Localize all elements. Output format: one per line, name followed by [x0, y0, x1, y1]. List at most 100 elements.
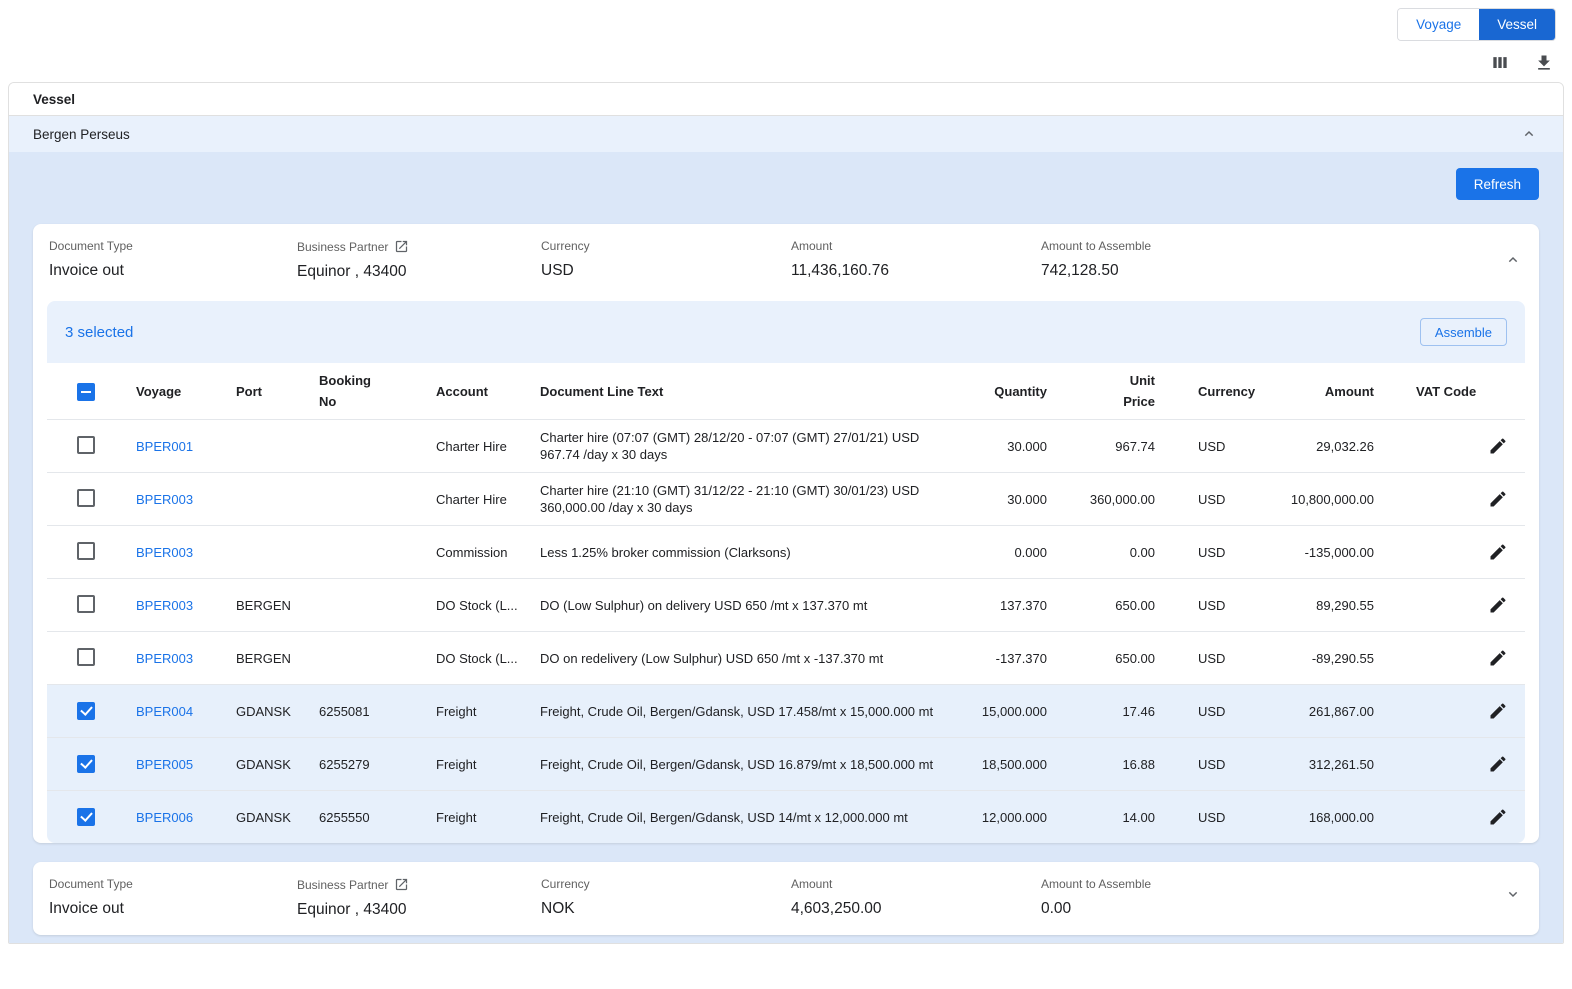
toggle-voyage[interactable]: Voyage	[1398, 9, 1479, 40]
table-row: BPER003 BERGEN DO Stock (L... DO (Low Su…	[47, 578, 1525, 631]
account-cell: Freight	[436, 757, 540, 772]
edit-icon[interactable]	[1488, 701, 1508, 721]
table-header-row: Voyage Port Booking No Account Document …	[47, 363, 1525, 419]
unit-price-cell: 14.00	[1057, 810, 1165, 825]
voyage-link[interactable]: BPER004	[136, 704, 193, 719]
account-cell: Commission	[436, 545, 540, 560]
currency-cell: USD	[1165, 492, 1253, 507]
row-checkbox[interactable]	[77, 808, 95, 826]
voyage-link[interactable]: BPER003	[136, 651, 193, 666]
refresh-button[interactable]: Refresh	[1456, 168, 1539, 200]
port-cell: GDANSK	[236, 757, 319, 772]
quantity-cell: -137.370	[969, 651, 1057, 666]
chevron-up-icon[interactable]	[1521, 126, 1537, 142]
currency-cell: USD	[1165, 810, 1253, 825]
line-items-table: Voyage Port Booking No Account Document …	[47, 363, 1525, 843]
select-all-checkbox[interactable]	[77, 383, 95, 401]
table-row: BPER003 Charter Hire Charter hire (21:10…	[47, 472, 1525, 525]
quantity-cell: 18,500.000	[969, 757, 1057, 772]
assemble-button[interactable]: Assemble	[1420, 318, 1507, 346]
port-cell: GDANSK	[236, 810, 319, 825]
table-row: BPER003 Commission Less 1.25% broker com…	[47, 525, 1525, 578]
line-text-cell: Charter hire (07:07 (GMT) 28/12/20 - 07:…	[540, 429, 969, 463]
booking-no-cell: 6255081	[319, 704, 436, 719]
booking-no-cell: 6255550	[319, 810, 436, 825]
edit-icon[interactable]	[1488, 807, 1508, 827]
currency-label: Currency	[541, 239, 791, 253]
row-checkbox[interactable]	[77, 542, 95, 560]
voyage-link[interactable]: BPER001	[136, 439, 193, 454]
account-cell: Charter Hire	[436, 492, 540, 507]
header-booking-no: Booking No	[319, 370, 381, 412]
currency-cell: USD	[1165, 598, 1253, 613]
document-type-label: Document Type	[49, 877, 297, 891]
business-partner-label: Business Partner	[297, 240, 388, 254]
amount-cell: 89,290.55	[1253, 598, 1384, 613]
amount-cell: -135,000.00	[1253, 545, 1384, 560]
unit-price-cell: 650.00	[1057, 651, 1165, 666]
currency-cell: USD	[1165, 545, 1253, 560]
line-text-cell: DO on redelivery (Low Sulphur) USD 650 /…	[540, 650, 969, 667]
line-text-cell: Freight, Crude Oil, Bergen/Gdansk, USD 1…	[540, 756, 969, 773]
header-voyage: Voyage	[136, 384, 236, 399]
edit-icon[interactable]	[1488, 754, 1508, 774]
panel-title: Vessel	[9, 83, 1563, 116]
document-type-value: Invoice out	[49, 900, 297, 918]
row-checkbox[interactable]	[77, 755, 95, 773]
currency-cell: USD	[1165, 651, 1253, 666]
line-text-cell: Freight, Crude Oil, Bergen/Gdansk, USD 1…	[540, 703, 969, 720]
business-partner-label: Business Partner	[297, 878, 388, 892]
edit-icon[interactable]	[1488, 436, 1508, 456]
header-line-text: Document Line Text	[540, 384, 969, 399]
voyage-link[interactable]: BPER003	[136, 545, 193, 560]
download-icon[interactable]	[1534, 53, 1554, 73]
row-checkbox[interactable]	[77, 702, 95, 720]
line-text-cell: Less 1.25% broker commission (Clarksons)	[540, 544, 969, 561]
amount-to-assemble-label: Amount to Assemble	[1041, 239, 1491, 253]
edit-icon[interactable]	[1488, 489, 1508, 509]
edit-icon[interactable]	[1488, 648, 1508, 668]
row-checkbox[interactable]	[77, 648, 95, 666]
voyage-link[interactable]: BPER003	[136, 598, 193, 613]
selected-count: 3 selected	[65, 324, 133, 341]
currency-value: USD	[541, 262, 791, 280]
currency-value: NOK	[541, 900, 791, 918]
edit-icon[interactable]	[1488, 595, 1508, 615]
business-partner-value: Equinor , 43400	[297, 263, 541, 281]
header-port: Port	[236, 384, 319, 399]
amount-cell: 261,867.00	[1253, 704, 1384, 719]
header-vat-code: VAT Code	[1416, 381, 1478, 402]
doc-group-usd: Document Type Invoice out Business Partn…	[33, 224, 1539, 843]
toggle-vessel[interactable]: Vessel	[1479, 9, 1555, 40]
account-cell: Freight	[436, 704, 540, 719]
chevron-up-icon[interactable]	[1505, 252, 1521, 268]
header-quantity: Quantity	[969, 384, 1057, 399]
row-checkbox[interactable]	[77, 436, 95, 454]
open-in-new-icon[interactable]	[394, 239, 409, 254]
table-row: BPER006 GDANSK 6255550 Freight Freight, …	[47, 790, 1525, 843]
table-row: BPER003 BERGEN DO Stock (L... DO on rede…	[47, 631, 1525, 684]
line-text-cell: Charter hire (21:10 (GMT) 31/12/22 - 21:…	[540, 482, 969, 516]
amount-label: Amount	[791, 239, 1041, 253]
line-text-cell: DO (Low Sulphur) on delivery USD 650 /mt…	[540, 597, 969, 614]
vessel-name: Bergen Perseus	[33, 127, 130, 142]
currency-cell: USD	[1165, 439, 1253, 454]
voyage-link[interactable]: BPER006	[136, 810, 193, 825]
document-type-label: Document Type	[49, 239, 297, 253]
table-body: BPER001 Charter Hire Charter hire (07:07…	[47, 419, 1525, 843]
quantity-cell: 30.000	[969, 492, 1057, 507]
chevron-down-icon[interactable]	[1505, 886, 1521, 902]
edit-icon[interactable]	[1488, 542, 1508, 562]
vessel-group-row[interactable]: Bergen Perseus	[9, 116, 1563, 152]
voyage-link[interactable]: BPER003	[136, 492, 193, 507]
row-checkbox[interactable]	[77, 595, 95, 613]
table-row: BPER005 GDANSK 6255279 Freight Freight, …	[47, 737, 1525, 790]
port-cell: BERGEN	[236, 651, 319, 666]
voyage-link[interactable]: BPER005	[136, 757, 193, 772]
columns-icon[interactable]	[1490, 53, 1510, 73]
account-cell: Charter Hire	[436, 439, 540, 454]
account-cell: Freight	[436, 810, 540, 825]
row-checkbox[interactable]	[77, 489, 95, 507]
amount-to-assemble-value: 0.00	[1041, 900, 1491, 918]
open-in-new-icon[interactable]	[394, 877, 409, 892]
